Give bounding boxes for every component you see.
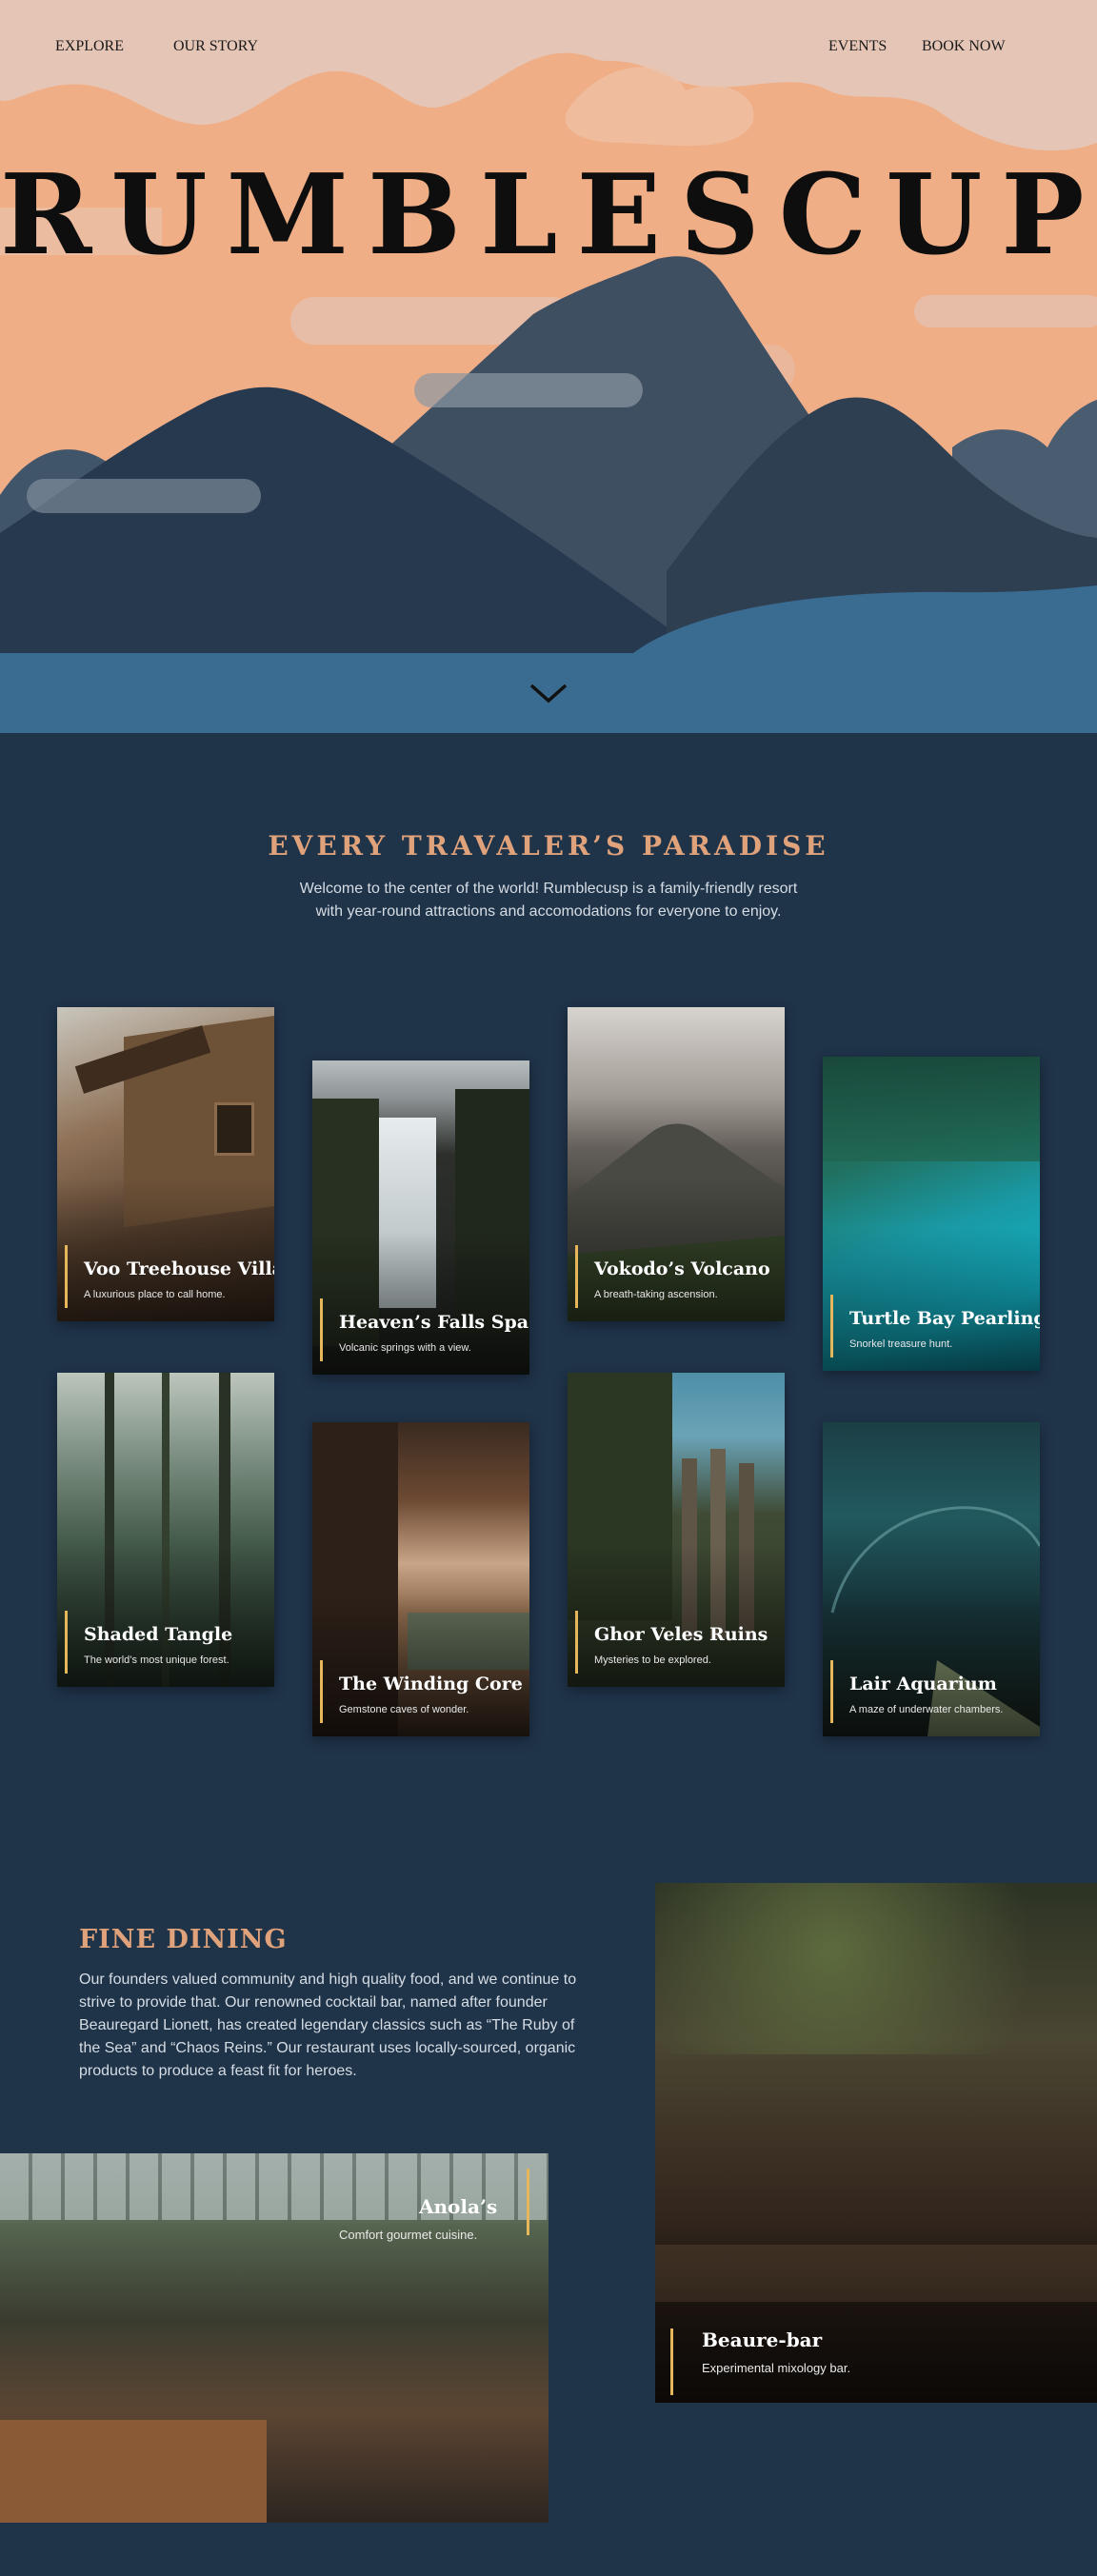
dining-title: FINE DINING: [79, 1925, 288, 1954]
volcano-landscape-illustration: [0, 0, 1097, 739]
hero-banner: EXPLORE OUR STORY EVENTS BOOK NOW RUMBLE…: [0, 0, 1097, 739]
nav-link-book-now[interactable]: BOOK NOW: [922, 38, 1006, 55]
attraction-card[interactable]: The Winding Core Gemstone caves of wonde…: [312, 1422, 529, 1736]
nav-link-our-story[interactable]: OUR STORY: [173, 38, 258, 55]
card-title: Ghor Veles Ruins: [594, 1624, 768, 1645]
card-title: Shaded Tangle: [84, 1624, 233, 1645]
attraction-card[interactable]: Voo Treehouse Villas A luxurious place t…: [57, 1007, 274, 1321]
bar-subtitle: Experimental mixology bar.: [702, 2361, 851, 2375]
card-title: The Winding Core: [339, 1674, 523, 1694]
accent-bar: [527, 2169, 529, 2235]
intro-text: Welcome to the center of the world! Rumb…: [299, 881, 798, 920]
hero-title: RUMBLESCUP: [0, 150, 1097, 280]
accent-bar: [830, 1295, 833, 1357]
nav-link-explore[interactable]: EXPLORE: [55, 38, 124, 55]
card-subtitle: A maze of underwater chambers.: [849, 1704, 1004, 1715]
accent-bar: [65, 1245, 68, 1308]
section-title: EVERY TRAVALER’S PARADISE: [268, 830, 829, 862]
accent-bar: [830, 1660, 833, 1723]
chevron-down-icon[interactable]: [529, 680, 568, 708]
restaurant-photo[interactable]: Anola’s Comfort gourmet cuisine.: [0, 2153, 548, 2523]
restaurant-title: Anola’s: [419, 2195, 498, 2218]
bar-title: Beaure-bar: [702, 2328, 823, 2351]
attraction-card[interactable]: Heaven’s Falls Spa Volcanic springs with…: [312, 1060, 529, 1375]
accent-bar: [575, 1611, 578, 1674]
nav-link-events[interactable]: EVENTS: [828, 38, 887, 55]
card-subtitle: Gemstone caves of wonder.: [339, 1704, 469, 1715]
bar-photo[interactable]: Beaure-bar Experimental mixology bar.: [655, 1883, 1097, 2403]
restaurant-subtitle: Comfort gourmet cuisine.: [339, 2228, 478, 2242]
attraction-card[interactable]: Shaded Tangle The world’s most unique fo…: [57, 1373, 274, 1687]
accent-bar: [575, 1245, 578, 1308]
card-subtitle: Volcanic springs with a view.: [339, 1342, 471, 1354]
card-title: Vokodo’s Volcano: [594, 1258, 770, 1279]
card-title: Lair Aquarium: [849, 1674, 997, 1694]
card-title: Voo Treehouse Villas: [84, 1258, 274, 1279]
attraction-card[interactable]: Turtle Bay Pearling Snorkel treasure hun…: [823, 1057, 1040, 1371]
accent-bar: [320, 1298, 323, 1361]
dining-description: Our founders valued community and high q…: [79, 1972, 577, 2079]
card-subtitle: Mysteries to be explored.: [594, 1655, 711, 1666]
accent-bar: [670, 2328, 673, 2395]
attraction-card[interactable]: Lair Aquarium A maze of underwater chamb…: [823, 1422, 1040, 1736]
card-subtitle: A breath-taking ascension.: [594, 1289, 718, 1300]
attraction-card[interactable]: Vokodo’s Volcano A breath-taking ascensi…: [568, 1007, 785, 1321]
card-title: Heaven’s Falls Spa: [339, 1312, 529, 1333]
card-subtitle: The world’s most unique forest.: [84, 1655, 229, 1666]
card-subtitle: A luxurious place to call home.: [84, 1289, 226, 1300]
accent-bar: [320, 1660, 323, 1723]
attraction-card[interactable]: Ghor Veles Ruins Mysteries to be explore…: [568, 1373, 785, 1687]
card-title: Turtle Bay Pearling: [849, 1308, 1040, 1329]
card-subtitle: Snorkel treasure hunt.: [849, 1338, 953, 1350]
accent-bar: [65, 1611, 68, 1674]
